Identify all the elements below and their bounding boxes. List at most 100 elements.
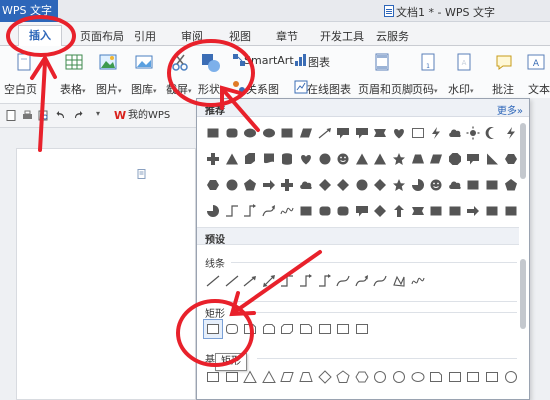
elbowarrow-shape-button[interactable] [315,271,335,291]
tab-references[interactable]: 引用 [134,28,156,44]
elbowarrow-shape-button[interactable] [240,201,260,221]
customize-toolbar-icon[interactable]: ▾ [96,109,100,118]
more-shapes-link[interactable]: 更多» [497,102,523,117]
rrect-shape-button[interactable] [315,201,335,221]
curve-shape-button[interactable] [333,271,353,291]
redo-icon[interactable] [72,110,83,121]
scroll-thumb-top[interactable] [520,123,526,179]
arrowUp-shape-button[interactable] [389,201,409,221]
tab-page-layout[interactable]: 页面布局 [80,28,124,44]
shapes-button[interactable]: 形状▾ [198,81,224,97]
curvearrow-shape-button[interactable] [259,201,279,221]
ellipse-shape-button[interactable] [240,123,260,143]
tri-shape-button[interactable] [370,149,390,169]
comment-button[interactable]: 批注 [492,81,514,97]
tab-cloud[interactable]: 云服务 [376,28,409,44]
tab-view[interactable]: 视图 [229,28,251,44]
opent-shape-button[interactable] [333,367,353,387]
star-shape-button[interactable] [389,149,409,169]
tri-shape-button[interactable] [222,149,242,169]
diamond-shape-button[interactable] [370,175,390,195]
diamond-shape-button[interactable] [315,175,335,195]
heart-shape-button[interactable] [296,149,316,169]
rect-shape-button[interactable] [296,201,316,221]
undo-icon[interactable] [56,110,67,121]
curve-shape-button[interactable] [370,271,390,291]
orect-shape-button[interactable] [408,123,428,143]
banner-shape-button[interactable] [370,123,390,143]
chart-button[interactable]: 图表 [308,54,330,70]
smile-shape-button[interactable] [333,149,353,169]
banner-shape-button[interactable] [408,201,428,221]
doc-shape-button[interactable] [259,149,279,169]
osnip-shape-button[interactable] [426,367,446,387]
moon-shape-button[interactable] [482,123,502,143]
smile-shape-button[interactable] [426,175,446,195]
callout-shape-button[interactable] [352,123,372,143]
osnip-shape-button[interactable] [240,319,260,339]
freeform-shape-button[interactable] [389,271,409,291]
tab-review[interactable]: 审阅 [181,28,203,44]
callout-shape-button[interactable] [333,123,353,143]
orect-shape-button[interactable] [315,319,335,339]
scribble-shape-button[interactable] [277,201,297,221]
opara-shape-button[interactable] [277,367,297,387]
hex-shape-button[interactable] [203,175,223,195]
curvearrow-shape-button[interactable] [352,271,372,291]
pie-shape-button[interactable] [203,201,223,221]
trap-shape-button[interactable] [408,149,428,169]
cloud-shape-button[interactable] [445,123,465,143]
tab-insert[interactable]: 插入 [18,25,62,47]
bolt-shape-button[interactable] [501,123,521,143]
cloud-shape-button[interactable] [296,175,316,195]
darrowline-shape-button[interactable] [259,271,279,291]
rect-shape-button[interactable] [501,201,521,221]
pent-shape-button[interactable] [240,175,260,195]
elbow-shape-button[interactable] [222,201,242,221]
rtri-shape-button[interactable] [482,149,502,169]
pie-shape-button[interactable] [408,175,428,195]
orect-shape-button[interactable] [352,319,372,339]
orect-shape-button[interactable] [463,367,483,387]
para-shape-button[interactable] [426,149,446,169]
page-number-button[interactable]: 页码▾ [412,81,438,97]
octagon-shape-button[interactable] [445,149,465,169]
picture-button[interactable]: 图片▾ [96,81,122,97]
new-doc-icon[interactable] [6,110,17,121]
ocircle-shape-button[interactable] [389,367,409,387]
rect-shape-button[interactable] [482,201,502,221]
rect-shape-button[interactable] [203,123,223,143]
document-area[interactable] [0,128,196,400]
rect-shape-button[interactable] [482,175,502,195]
rect-shape-button[interactable] [277,123,297,143]
elbowarrow-shape-button[interactable] [296,271,316,291]
oellipse-shape-button[interactable] [408,367,428,387]
wps-home-tab[interactable]: 我的WPS [112,107,170,125]
diamond-shape-button[interactable] [333,175,353,195]
app-menu-button[interactable]: WPS 文字▾ [0,0,58,38]
circle-shape-button[interactable] [315,149,335,169]
tab-section[interactable]: 章节 [276,28,298,44]
hex-shape-button[interactable] [501,149,521,169]
heart-shape-button[interactable] [389,123,409,143]
smartart-button[interactable]: SmartArt [244,54,294,67]
cylinder-shape-button[interactable] [277,149,297,169]
circle-shape-button[interactable] [352,175,372,195]
orrect-shape-button[interactable] [222,319,242,339]
rect-shape-button[interactable] [445,201,465,221]
para-shape-button[interactable] [296,123,316,143]
tri-shape-button[interactable] [352,149,372,169]
tab-developer[interactable]: 开发工具 [320,28,364,44]
rrect-shape-button[interactable] [333,201,353,221]
ohex-shape-button[interactable] [352,367,372,387]
orect-shape-button[interactable] [445,367,465,387]
odiamond-shape-button[interactable] [315,367,335,387]
osnip-shape-button[interactable] [296,319,316,339]
star-shape-button[interactable] [389,175,409,195]
cloud-shape-button[interactable] [445,175,465,195]
circle-shape-button[interactable] [222,175,242,195]
pent-shape-button[interactable] [501,175,521,195]
sun-shape-button[interactable] [463,123,483,143]
rrect-shape-button[interactable] [222,123,242,143]
print-preview-icon[interactable] [38,110,49,121]
